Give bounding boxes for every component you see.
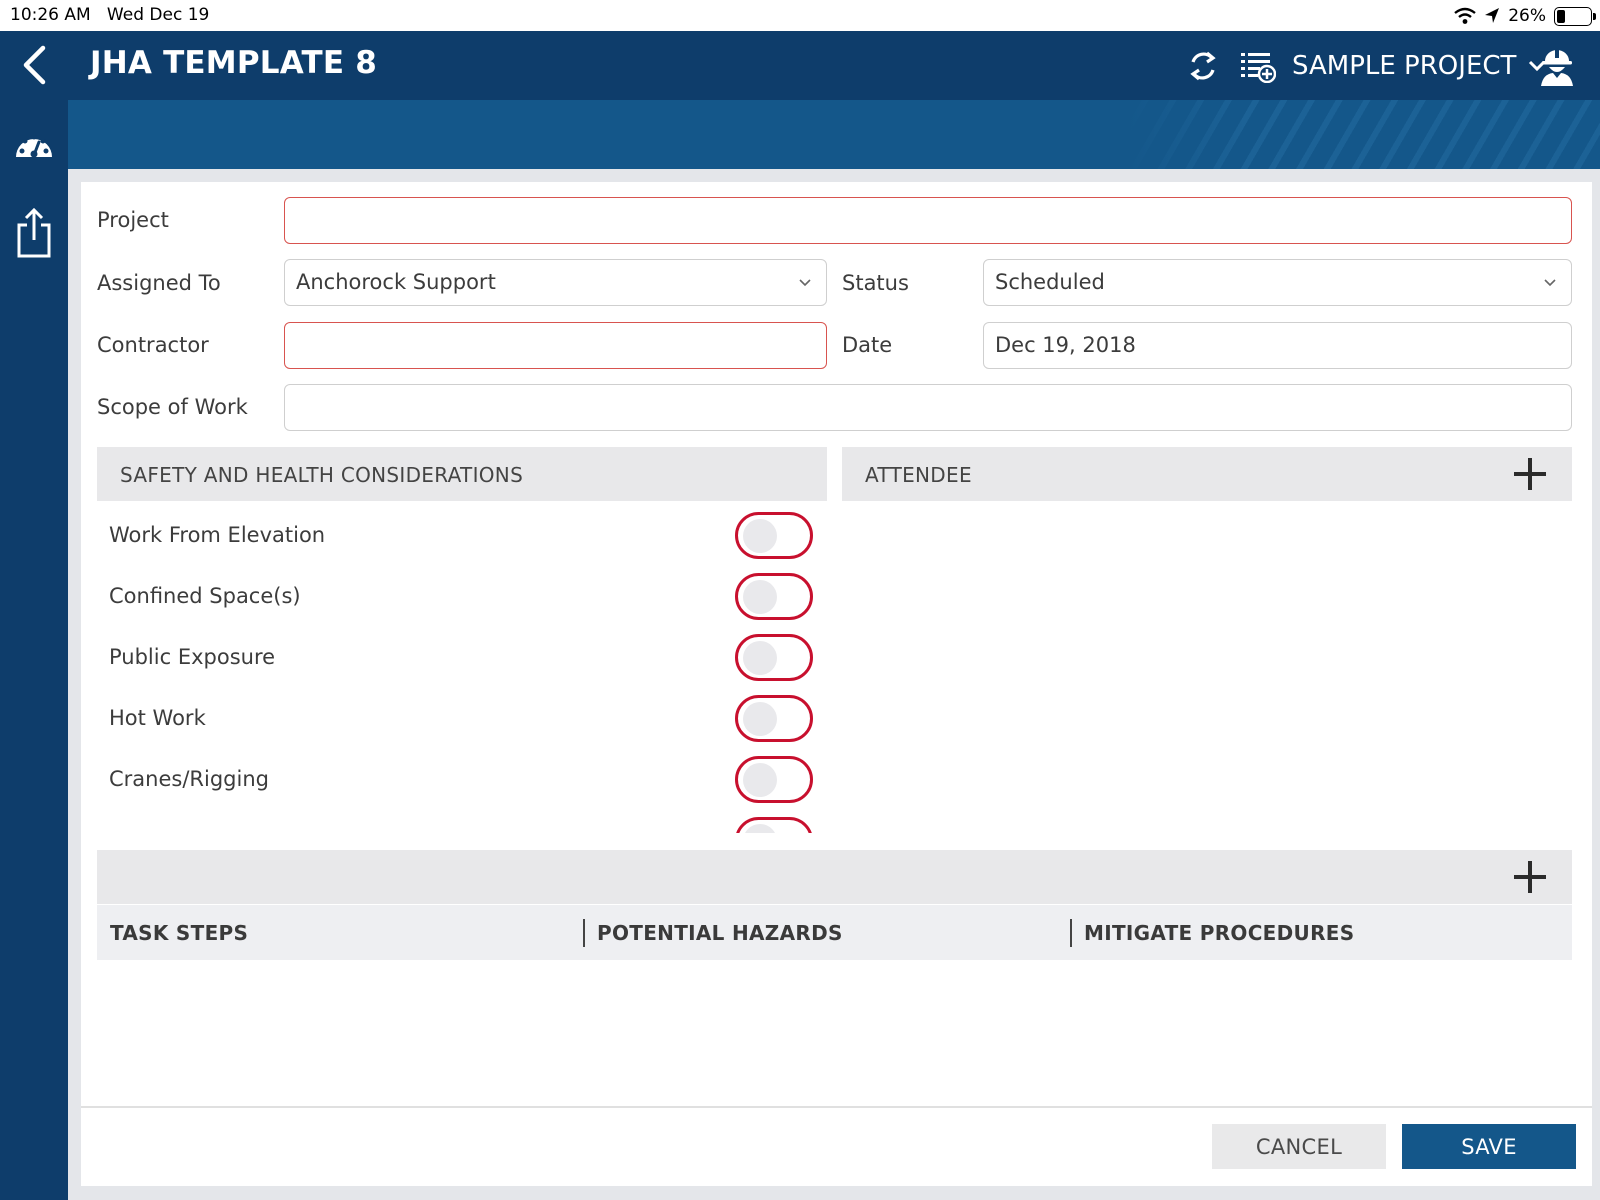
status-label: Status [842,271,909,295]
safety-item-row: Hot Work [97,688,825,749]
sync-icon [1190,51,1216,81]
task-table-header: TASK STEPS POTENTIAL HAZARDS MITIGATE PR… [97,905,1572,960]
back-button[interactable] [0,45,68,85]
header-subbar [68,100,1600,169]
add-attendee-button[interactable] [1512,456,1548,492]
safety-item-row: Cranes/Rigging [97,749,825,810]
safety-item-label: Cranes/Rigging [109,767,269,791]
save-button[interactable]: SAVE [1402,1124,1576,1169]
toggle-knob [743,641,777,675]
dashboard-button[interactable] [0,129,68,161]
toggle-knob [743,824,777,833]
safety-item-row: Work From Elevation [97,505,825,566]
user-profile-button[interactable] [1538,47,1576,91]
safety-item-row [97,810,825,833]
safety-section-title: SAFETY AND HEALTH CONSIDERATIONS [120,463,524,487]
chevron-down-icon [1544,279,1556,287]
column-header-mitigate-procedures: MITIGATE PROCEDURES [1084,921,1355,945]
safety-item-label: Hot Work [109,706,206,730]
side-rail [0,31,68,1200]
status-bar: 10:26 AM Wed Dec 19 26% [0,0,1600,31]
assigned-to-select[interactable]: Anchorock Support [284,259,827,306]
wifi-icon [1454,7,1476,24]
status-time: 10:26 AM [10,5,91,25]
status-time-date: 10:26 AM Wed Dec 19 [10,5,209,25]
footer-divider [81,1106,1592,1108]
contractor-label: Contractor [97,333,209,357]
project-selector[interactable]: SAMPLE PROJECT [1292,51,1546,81]
safety-item-row: Public Exposure [97,627,825,688]
list-add-icon [1241,53,1277,84]
share-button[interactable] [0,207,68,259]
safety-item-toggle[interactable] [735,573,813,620]
safety-item-toggle[interactable] [735,756,813,803]
status-indicators: 26% [1454,5,1596,27]
toggle-knob [743,519,777,553]
status-date: Wed Dec 19 [106,5,210,25]
assigned-to-label: Assigned To [97,271,221,295]
toggle-knob [743,702,777,736]
scope-of-work-input[interactable] [284,384,1572,431]
date-value: Dec 19, 2018 [995,333,1136,357]
toggle-knob [743,580,777,614]
project-selector-label: SAMPLE PROJECT [1292,51,1517,81]
safety-item-toggle[interactable] [735,695,813,742]
toggle-knob [743,763,777,797]
attendee-section-title: ATTENDEE [865,463,972,487]
battery-icon [1554,6,1596,26]
cancel-button[interactable]: CANCEL [1212,1124,1386,1169]
project-input[interactable] [284,197,1572,244]
safety-section-header: SAFETY AND HEALTH CONSIDERATIONS [97,447,827,501]
attendee-section-header: ATTENDEE [842,447,1572,501]
safety-item-label: Work From Elevation [109,523,326,547]
safety-item-toggle[interactable] [735,817,813,833]
project-label: Project [97,208,169,232]
contractor-input[interactable] [284,322,827,369]
safety-item-label: Public Exposure [109,645,276,669]
date-input[interactable]: Dec 19, 2018 [983,322,1572,369]
add-task-step-button[interactable] [1512,859,1548,895]
column-divider [583,919,585,947]
chevron-left-icon [23,45,46,85]
sync-button[interactable] [1188,49,1218,87]
safety-item-toggle[interactable] [735,634,813,681]
location-arrow-icon [1485,8,1500,23]
assigned-to-value: Anchorock Support [296,270,496,294]
safety-item-toggle[interactable] [735,512,813,559]
hardhat-worker-icon [1541,50,1573,86]
column-divider [1070,919,1072,947]
column-header-potential-hazards: POTENTIAL HAZARDS [597,921,843,945]
column-header-task-steps: TASK STEPS [110,921,249,945]
status-select[interactable]: Scheduled [983,259,1572,306]
task-steps-toolbar [97,850,1572,904]
safety-toggle-list[interactable]: Work From Elevation Confined Space(s) Publ… [97,505,825,833]
dashboard-gauge-icon [16,134,52,158]
share-icon [17,207,51,258]
chevron-down-icon [799,279,811,287]
battery-percent: 26% [1508,6,1546,26]
status-value: Scheduled [995,270,1105,294]
safety-item-row: Confined Space(s) [97,566,825,627]
scope-of-work-label: Scope of Work [97,395,248,419]
safety-item-label: Confined Space(s) [109,584,301,608]
date-label: Date [842,333,893,357]
page-title: JHA TEMPLATE 8 [90,45,377,81]
header-bar: JHA TEMPLATE 8 SAMPLE PROJECT [68,31,1600,100]
add-list-button[interactable] [1240,49,1277,87]
